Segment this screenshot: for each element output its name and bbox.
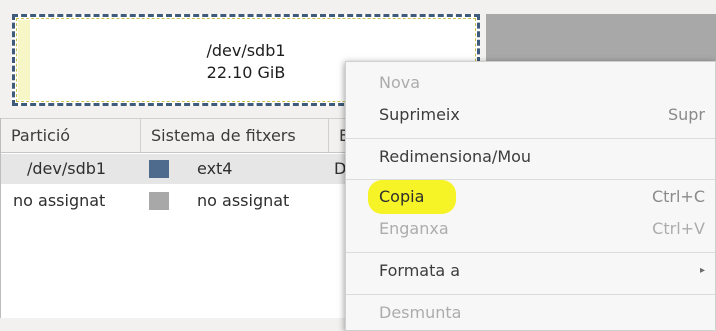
menu-item-paste[interactable]: Enganxa Ctrl+V — [346, 214, 715, 244]
shortcut-copy: Ctrl+C — [651, 187, 705, 206]
column-header-partition[interactable]: Partició — [1, 119, 141, 152]
menu-item-resize-move[interactable]: Redimensiona/Mou — [346, 142, 715, 172]
partition-map-name: /dev/sdb1 — [206, 41, 286, 60]
filesystem-color-swatch — [149, 192, 169, 210]
cell-filesystem: no assignat — [197, 191, 290, 210]
column-header-filesystem[interactable]: Sistema de fitxers — [141, 119, 329, 152]
filesystem-color-swatch — [149, 160, 169, 178]
cell-filesystem: ext4 — [197, 159, 233, 178]
shortcut-paste: Ctrl+V — [652, 219, 705, 238]
menu-item-format-as[interactable]: Formata a ▸ — [346, 256, 715, 286]
cell-partition: /dev/sdb1 — [27, 159, 107, 178]
menu-item-delete[interactable]: Suprimeix Supr — [346, 100, 715, 130]
menu-item-unmount[interactable]: Desmunta — [346, 298, 715, 328]
menu-separator — [346, 252, 715, 253]
cell-partition: no assignat — [13, 191, 106, 210]
menu-separator — [346, 138, 715, 139]
menu-item-new[interactable]: Nova — [346, 68, 715, 98]
chevron-right-icon: ▸ — [699, 265, 705, 276]
partition-usage-stripe — [18, 20, 30, 100]
context-menu: Nova Suprimeix Supr Redimensiona/Mou Cop… — [345, 61, 716, 331]
menu-separator — [346, 294, 715, 295]
shortcut-delete: Supr — [667, 105, 705, 124]
menu-item-copy[interactable]: Copia Ctrl+C — [346, 180, 715, 214]
